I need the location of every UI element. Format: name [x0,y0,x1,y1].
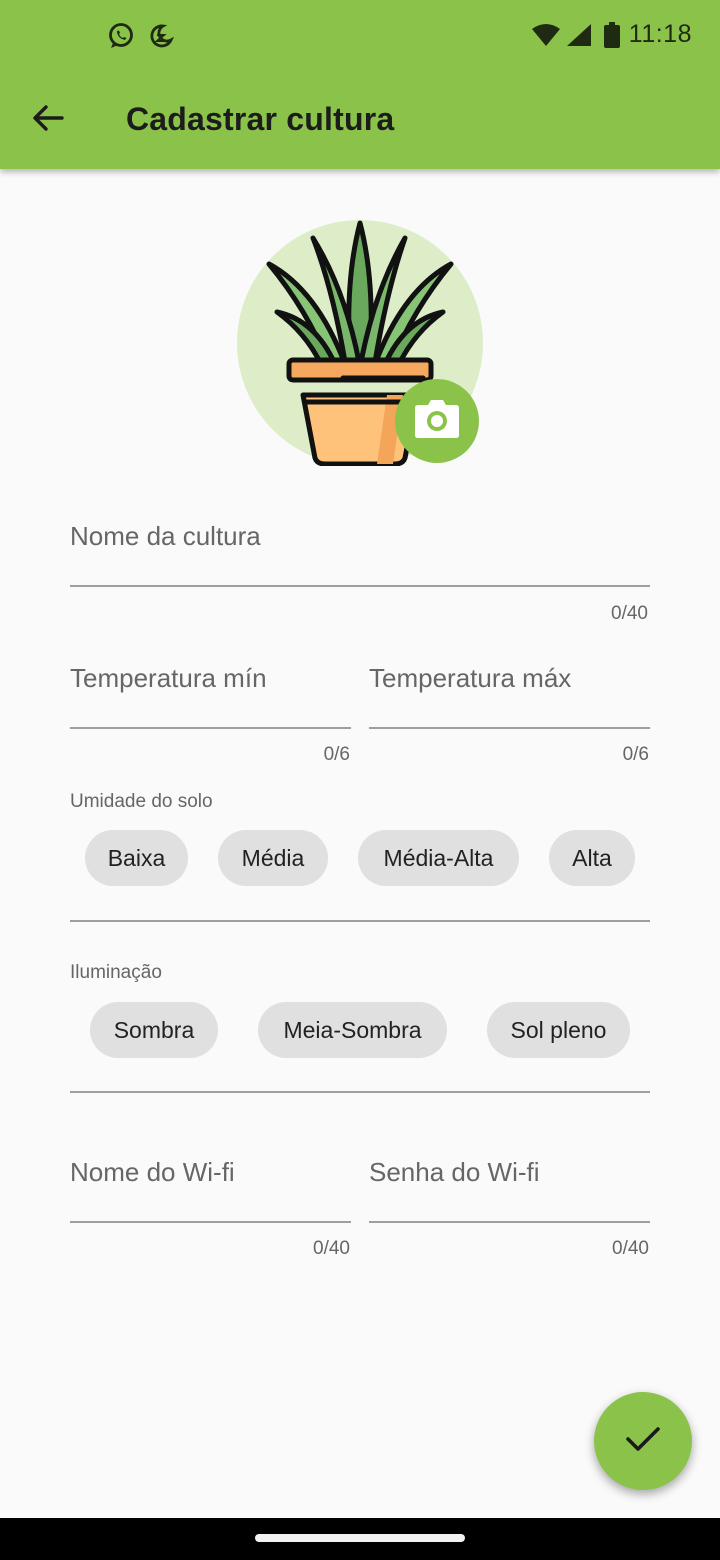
chip-meia-sombra[interactable]: Meia-Sombra [258,1002,447,1058]
culture-avatar [237,220,483,466]
home-gesture-handle[interactable] [255,1534,465,1542]
chip-media[interactable]: Média [218,830,328,886]
wifi-icon [532,24,560,51]
camera-icon [414,399,460,444]
culture-name-underline [70,585,650,587]
culture-name-counter: 0/40 [611,603,648,624]
system-nav-bar [0,1518,720,1560]
battery-icon [604,22,620,53]
save-fab-button[interactable] [594,1392,692,1490]
chip-sol-pleno[interactable]: Sol pleno [487,1002,630,1058]
cell-signal-icon [567,24,591,51]
temp-max-underline [369,727,650,729]
check-icon [625,1425,661,1458]
status-time: 11:18 [628,20,692,48]
soil-moisture-label: Umidade do solo [70,791,213,812]
wifi-name-label: Nome do Wi-fi [70,1157,235,1187]
wifi-password-underline [369,1221,650,1223]
wifi-password-field[interactable]: Senha do Wi-fi [369,1151,650,1225]
chip-media-alta[interactable]: Média-Alta [358,830,519,886]
wifi-password-counter: 0/40 [612,1238,649,1259]
chip-alta[interactable]: Alta [549,830,635,886]
app-bar: 11:18 Cadastrar cultura [0,0,720,169]
temp-min-label: Temperatura mín [70,663,267,693]
status-bar: 11:18 [0,0,720,72]
chip-baixa[interactable]: Baixa [85,830,188,886]
lighting-label: Iluminação [70,962,162,983]
temp-min-counter: 0/6 [323,744,350,765]
page-title: Cadastrar cultura [126,101,395,137]
whatsapp-icon [107,22,135,55]
back-button[interactable] [22,96,74,144]
culture-name-field[interactable]: Nome da cultura [70,515,650,589]
chip-sombra[interactable]: Sombra [90,1002,218,1058]
wifi-name-underline [70,1221,351,1223]
temp-max-field[interactable]: Temperatura máx [369,657,650,731]
dnd-moon-icon [147,22,175,55]
change-photo-button[interactable] [395,379,479,463]
arrow-back-icon [32,104,64,137]
temp-max-counter: 0/6 [622,744,649,765]
wifi-name-field[interactable]: Nome do Wi-fi [70,1151,351,1225]
temp-min-underline [70,727,351,729]
soil-moisture-divider [70,920,650,922]
temp-min-field[interactable]: Temperatura mín [70,657,351,731]
culture-name-label: Nome da cultura [70,521,261,551]
lighting-divider [70,1091,650,1093]
wifi-password-label: Senha do Wi-fi [369,1157,540,1187]
wifi-name-counter: 0/40 [313,1238,350,1259]
temp-max-label: Temperatura máx [369,663,572,693]
